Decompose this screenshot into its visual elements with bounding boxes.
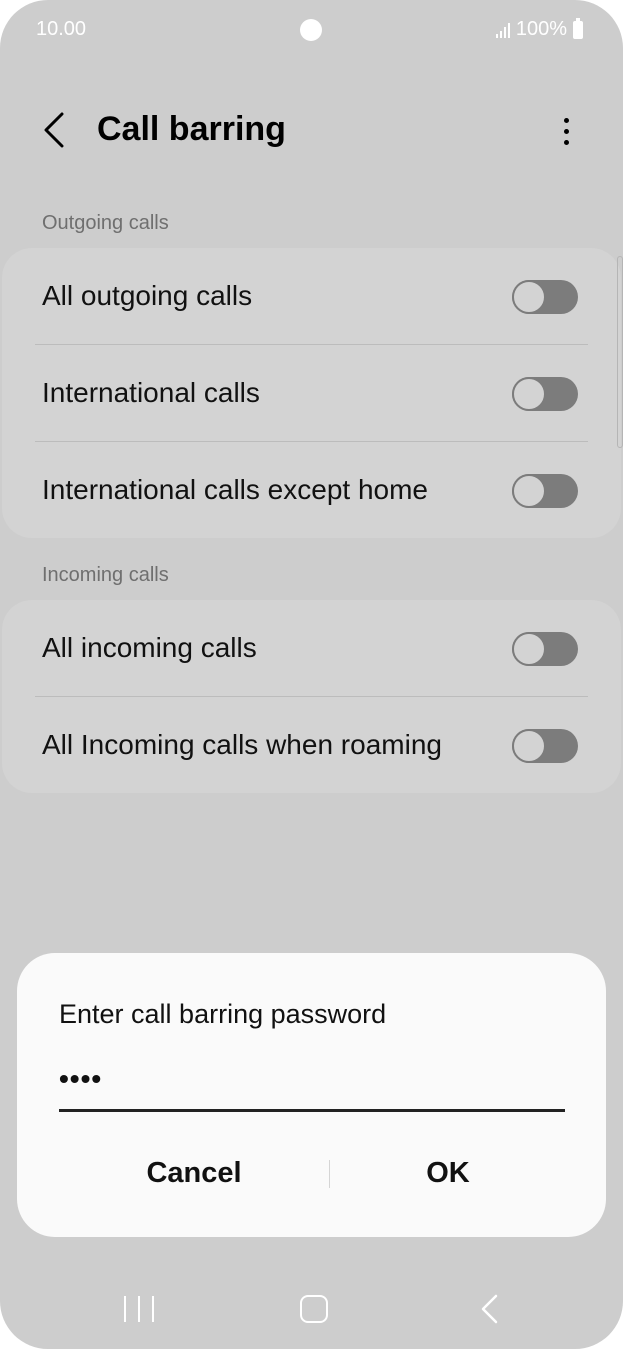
status-time: 10.00: [36, 18, 87, 40]
signal-icon: [495, 22, 510, 38]
toggle-switch[interactable]: [512, 632, 578, 666]
setting-label: All Incoming calls when roaming: [42, 729, 442, 760]
toggle-switch[interactable]: [512, 729, 578, 763]
battery-icon: [573, 17, 583, 39]
more-options-button[interactable]: [548, 106, 584, 156]
back-button[interactable]: [32, 104, 76, 156]
section-label-outgoing: Outgoing calls: [42, 212, 169, 234]
setting-row-all-incoming[interactable]: All incoming calls: [2, 600, 621, 696]
status-bar: 10.00 100%: [0, 0, 623, 62]
toggle-switch[interactable]: [512, 280, 578, 314]
setting-row-international-except-home[interactable]: International calls except home: [2, 442, 621, 538]
status-right: 100%: [495, 17, 583, 41]
password-dialog: Enter call barring password •••• Cancel …: [17, 953, 606, 1237]
setting-label: All incoming calls: [42, 632, 257, 663]
scroll-indicator[interactable]: [617, 256, 623, 448]
navigation-bar: [0, 1270, 623, 1349]
dialog-title: Enter call barring password: [59, 999, 387, 1029]
recent-apps-icon[interactable]: [124, 1296, 154, 1322]
toggle-switch[interactable]: [512, 377, 578, 411]
battery-percentage: 100%: [515, 18, 567, 40]
incoming-calls-card: All incoming calls All Incoming calls wh…: [2, 600, 621, 793]
setting-label: International calls except home: [42, 474, 428, 505]
setting-label: All outgoing calls: [42, 280, 253, 311]
setting-label: International calls: [42, 377, 260, 408]
cancel-button[interactable]: Cancel: [59, 1143, 329, 1203]
setting-row-incoming-roaming[interactable]: All Incoming calls when roaming: [2, 697, 621, 793]
setting-row-all-outgoing[interactable]: All outgoing calls: [2, 248, 621, 344]
nav-back-icon[interactable]: [477, 1294, 503, 1324]
input-underline: [59, 1109, 565, 1112]
front-camera: [300, 19, 322, 41]
home-icon[interactable]: [300, 1295, 328, 1323]
section-label-incoming: Incoming calls: [42, 564, 169, 586]
phone-frame: 10.00 100% Call barring Outgoing calls A…: [0, 0, 623, 1349]
outgoing-calls-card: All outgoing calls International calls I…: [2, 248, 621, 538]
toggle-switch[interactable]: [512, 474, 578, 508]
page-title: Call barring: [97, 110, 286, 148]
screen: 10.00 100% Call barring Outgoing calls A…: [0, 0, 623, 1349]
more-vertical-icon: [563, 117, 569, 123]
setting-row-international[interactable]: International calls: [2, 345, 621, 441]
back-arrow-icon: [44, 112, 64, 148]
password-input[interactable]: ••••: [59, 1061, 565, 1112]
password-value: ••••: [59, 1063, 103, 1094]
ok-button[interactable]: OK: [329, 1143, 567, 1203]
app-header: Call barring: [0, 92, 623, 172]
